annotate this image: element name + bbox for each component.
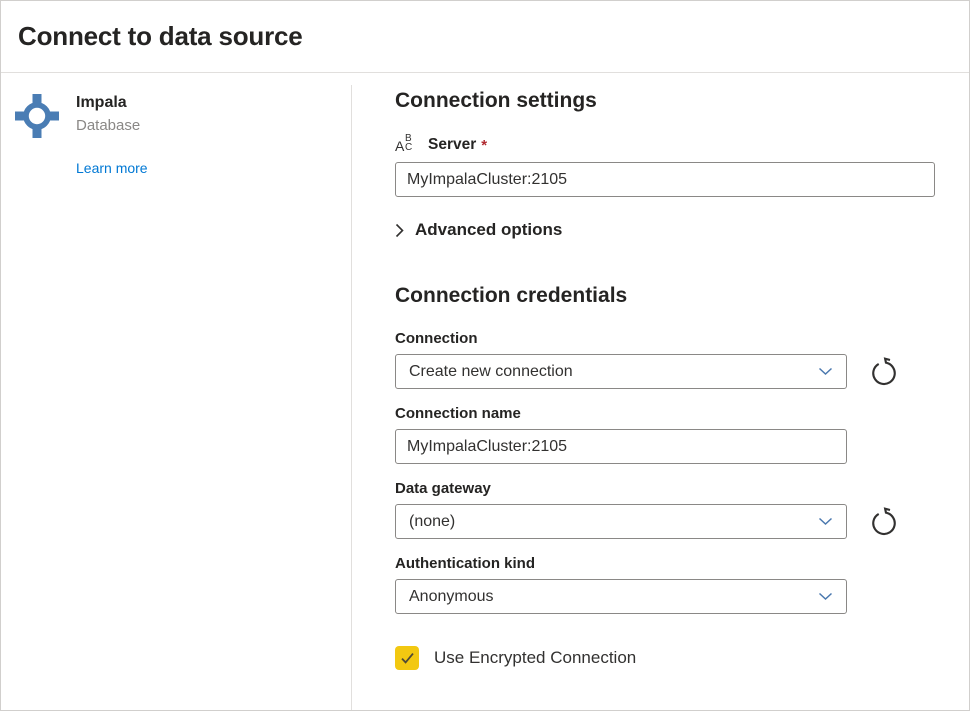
chevron-down-icon xyxy=(818,367,833,376)
source-text: Impala Database Learn more xyxy=(76,92,148,178)
authentication-kind-dropdown[interactable]: Anonymous xyxy=(395,579,847,614)
source-row: Impala Database Learn more xyxy=(15,92,335,178)
connection-name-input[interactable] xyxy=(395,429,847,464)
chevron-right-icon xyxy=(395,223,404,238)
use-encrypted-checkbox[interactable] xyxy=(395,646,419,670)
refresh-connections-button[interactable] xyxy=(868,356,900,388)
advanced-options-toggle[interactable]: Advanced options xyxy=(395,220,935,240)
dialog-header: Connect to data source xyxy=(1,1,969,73)
impala-connector-icon xyxy=(15,94,59,138)
connection-name-field: Connection name xyxy=(395,404,935,464)
authentication-kind-label: Authentication kind xyxy=(395,554,935,574)
server-label-row: A B C Server * xyxy=(395,134,935,156)
checkmark-icon xyxy=(400,652,415,665)
dialog-content: Impala Database Learn more Connection se… xyxy=(1,73,969,711)
connection-dropdown-value: Create new connection xyxy=(409,363,573,381)
server-input[interactable] xyxy=(395,162,935,197)
source-name: Impala xyxy=(76,92,148,113)
connection-form-panel: Connection settings A B C Server * Advan… xyxy=(352,73,969,711)
connection-credentials-heading: Connection credentials xyxy=(395,283,935,309)
page-title: Connect to data source xyxy=(18,21,303,52)
chevron-down-icon xyxy=(818,517,833,526)
server-label: Server xyxy=(428,136,476,154)
connection-field: Connection Create new connection xyxy=(395,329,935,389)
use-encrypted-label: Use Encrypted Connection xyxy=(434,648,636,668)
source-type: Database xyxy=(76,116,148,136)
refresh-gateways-button[interactable] xyxy=(868,506,900,538)
connection-label: Connection xyxy=(395,329,935,349)
advanced-options-label: Advanced options xyxy=(415,220,562,240)
source-summary-panel: Impala Database Learn more xyxy=(1,73,351,711)
text-type-icon: A B C xyxy=(395,134,421,156)
chevron-down-icon xyxy=(818,592,833,601)
learn-more-link[interactable]: Learn more xyxy=(76,160,148,176)
data-gateway-label: Data gateway xyxy=(395,479,935,499)
data-gateway-field: Data gateway (none) xyxy=(395,479,935,539)
connection-settings-heading: Connection settings xyxy=(395,88,935,114)
required-asterisk: * xyxy=(481,137,487,154)
data-gateway-dropdown-value: (none) xyxy=(409,513,455,531)
data-gateway-dropdown[interactable]: (none) xyxy=(395,504,847,539)
connect-dialog: Connect to data source xyxy=(0,0,970,711)
authentication-kind-field: Authentication kind Anonymous xyxy=(395,554,935,614)
authentication-kind-dropdown-value: Anonymous xyxy=(409,588,494,606)
use-encrypted-row: Use Encrypted Connection xyxy=(395,646,935,670)
connection-dropdown[interactable]: Create new connection xyxy=(395,354,847,389)
connection-name-label: Connection name xyxy=(395,404,935,424)
